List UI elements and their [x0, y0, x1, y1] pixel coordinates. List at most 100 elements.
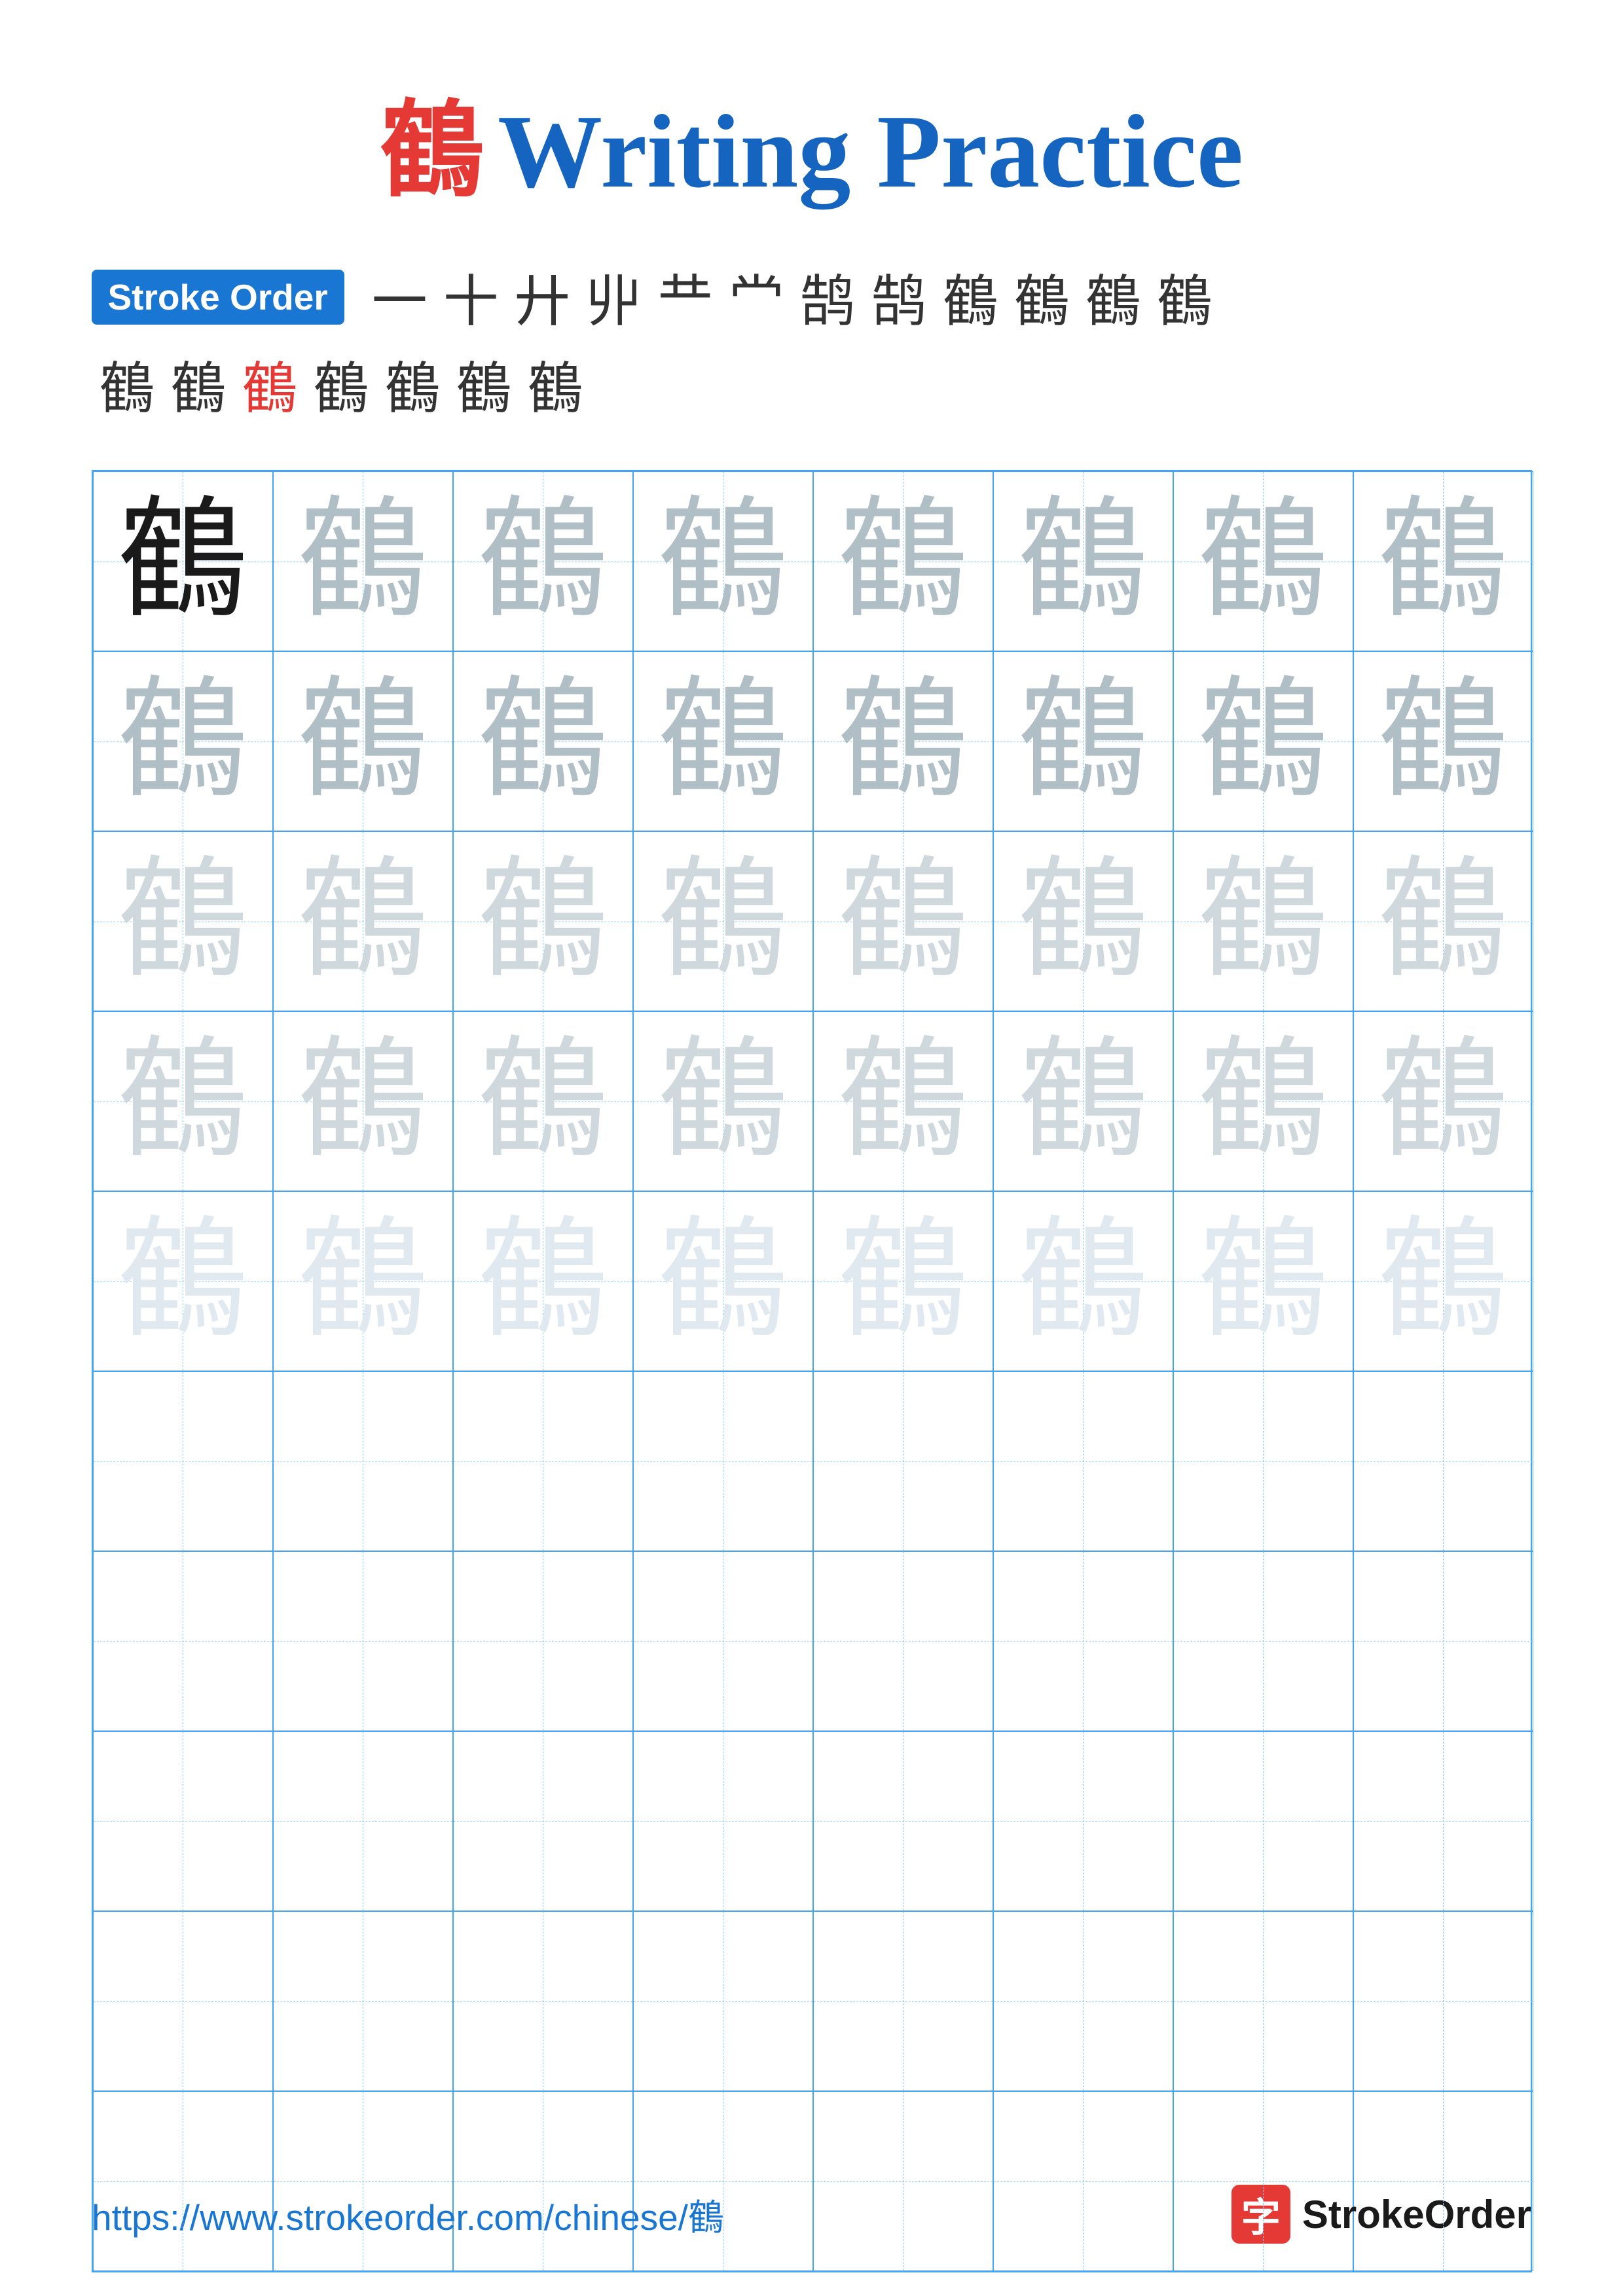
cell-r4c7[interactable]: 鶴 — [1173, 1011, 1353, 1191]
char-r5c6: 鶴 — [1017, 1216, 1148, 1347]
cell-r9c3[interactable] — [453, 1911, 633, 2091]
char-r4c5: 鶴 — [837, 1036, 968, 1167]
cell-r7c1[interactable] — [93, 1551, 273, 1731]
cell-r10c5[interactable] — [813, 2091, 993, 2271]
cell-r7c6[interactable] — [993, 1551, 1173, 1731]
cell-r9c5[interactable] — [813, 1911, 993, 2091]
cell-r4c2[interactable]: 鶴 — [273, 1011, 453, 1191]
cell-r2c4[interactable]: 鶴 — [633, 651, 813, 831]
char-r4c2: 鶴 — [297, 1036, 428, 1167]
cell-r2c2[interactable]: 鶴 — [273, 651, 453, 831]
char-r4c6: 鶴 — [1017, 1036, 1148, 1167]
cell-r6c5[interactable] — [813, 1371, 993, 1551]
cell-r3c8[interactable]: 鶴 — [1353, 831, 1533, 1011]
stroke-4: 丱 — [586, 257, 642, 337]
cell-r4c5[interactable]: 鶴 — [813, 1011, 993, 1191]
char-r1c7: 鶴 — [1197, 496, 1328, 627]
cell-r8c7[interactable] — [1173, 1731, 1353, 1911]
cell-r8c1[interactable] — [93, 1731, 273, 1911]
cell-r1c7[interactable]: 鶴 — [1173, 471, 1353, 651]
cell-r9c2[interactable] — [273, 1911, 453, 2091]
cell-r10c3[interactable] — [453, 2091, 633, 2271]
cell-r7c4[interactable] — [633, 1551, 813, 1731]
cell-r5c7[interactable]: 鶴 — [1173, 1191, 1353, 1371]
stroke-9: 鶴 — [943, 257, 998, 337]
cell-r3c6[interactable]: 鶴 — [993, 831, 1173, 1011]
cell-r6c3[interactable] — [453, 1371, 633, 1551]
cell-r9c1[interactable] — [93, 1911, 273, 2091]
page: 鶴Writing Practice Stroke Order 一 十 廾 丱 龷… — [0, 0, 1623, 2296]
cell-r4c8[interactable]: 鶴 — [1353, 1011, 1533, 1191]
cell-r6c1[interactable] — [93, 1371, 273, 1551]
char-r3c8: 鶴 — [1377, 856, 1508, 987]
cell-r2c3[interactable]: 鶴 — [453, 651, 633, 831]
char-r2c7: 鶴 — [1197, 676, 1328, 807]
cell-r8c4[interactable] — [633, 1731, 813, 1911]
char-r4c3: 鶴 — [477, 1036, 608, 1167]
cell-r1c5[interactable]: 鶴 — [813, 471, 993, 651]
cell-r1c4[interactable]: 鶴 — [633, 471, 813, 651]
char-r3c3: 鶴 — [477, 856, 608, 987]
cell-r6c7[interactable] — [1173, 1371, 1353, 1551]
cell-r7c8[interactable] — [1353, 1551, 1533, 1731]
cell-r5c5[interactable]: 鶴 — [813, 1191, 993, 1371]
cell-r2c8[interactable]: 鶴 — [1353, 651, 1533, 831]
cell-r10c2[interactable] — [273, 2091, 453, 2271]
cell-r10c4[interactable] — [633, 2091, 813, 2271]
stroke-2: 十 — [443, 257, 499, 337]
char-r5c1: 鶴 — [117, 1216, 248, 1347]
cell-r5c4[interactable]: 鶴 — [633, 1191, 813, 1371]
char-r2c6: 鶴 — [1017, 676, 1148, 807]
cell-r6c2[interactable] — [273, 1371, 453, 1551]
cell-r2c5[interactable]: 鶴 — [813, 651, 993, 831]
cell-r9c4[interactable] — [633, 1911, 813, 2091]
cell-r1c6[interactable]: 鶴 — [993, 471, 1173, 651]
cell-r1c2[interactable]: 鶴 — [273, 471, 453, 651]
cell-r8c2[interactable] — [273, 1731, 453, 1911]
cell-r4c4[interactable]: 鶴 — [633, 1011, 813, 1191]
char-r3c4: 鶴 — [657, 856, 788, 987]
cell-r10c6[interactable] — [993, 2091, 1173, 2271]
cell-r6c8[interactable] — [1353, 1371, 1533, 1551]
cell-r5c8[interactable]: 鶴 — [1353, 1191, 1533, 1371]
cell-r1c3[interactable]: 鶴 — [453, 471, 633, 651]
cell-r3c1[interactable]: 鶴 — [93, 831, 273, 1011]
cell-r5c6[interactable]: 鶴 — [993, 1191, 1173, 1371]
cell-r2c7[interactable]: 鶴 — [1173, 651, 1353, 831]
cell-r7c3[interactable] — [453, 1551, 633, 1731]
cell-r5c2[interactable]: 鶴 — [273, 1191, 453, 1371]
cell-r3c7[interactable]: 鶴 — [1173, 831, 1353, 1011]
cell-r10c8[interactable] — [1353, 2091, 1533, 2271]
cell-r2c1[interactable]: 鶴 — [93, 651, 273, 831]
cell-r8c8[interactable] — [1353, 1731, 1533, 1911]
cell-r5c3[interactable]: 鶴 — [453, 1191, 633, 1371]
cell-r5c1[interactable]: 鶴 — [93, 1191, 273, 1371]
cell-r4c1[interactable]: 鶴 — [93, 1011, 273, 1191]
char-r2c3: 鶴 — [477, 676, 608, 807]
cell-r7c7[interactable] — [1173, 1551, 1353, 1731]
cell-r6c6[interactable] — [993, 1371, 1173, 1551]
cell-r3c3[interactable]: 鶴 — [453, 831, 633, 1011]
cell-r10c7[interactable] — [1173, 2091, 1353, 2271]
cell-r8c6[interactable] — [993, 1731, 1173, 1911]
cell-r9c7[interactable] — [1173, 1911, 1353, 2091]
cell-r9c6[interactable] — [993, 1911, 1173, 2091]
cell-r8c3[interactable] — [453, 1731, 633, 1911]
cell-r3c5[interactable]: 鶴 — [813, 831, 993, 1011]
cell-r4c3[interactable]: 鶴 — [453, 1011, 633, 1191]
char-r5c3: 鶴 — [477, 1216, 608, 1347]
strokeorder-icon: 字 — [1231, 2185, 1290, 2244]
cell-r3c2[interactable]: 鶴 — [273, 831, 453, 1011]
cell-r10c1[interactable] — [93, 2091, 273, 2271]
cell-r7c5[interactable] — [813, 1551, 993, 1731]
cell-r7c2[interactable] — [273, 1551, 453, 1731]
cell-r4c6[interactable]: 鶴 — [993, 1011, 1173, 1191]
cell-r8c5[interactable] — [813, 1731, 993, 1911]
cell-r9c8[interactable] — [1353, 1911, 1533, 2091]
cell-r3c4[interactable]: 鶴 — [633, 831, 813, 1011]
cell-r2c6[interactable]: 鶴 — [993, 651, 1173, 831]
cell-r1c8[interactable]: 鶴 — [1353, 471, 1533, 651]
cell-r1c1[interactable]: 鶴 — [93, 471, 273, 651]
cell-r6c4[interactable] — [633, 1371, 813, 1551]
char-r5c5: 鶴 — [837, 1216, 968, 1347]
